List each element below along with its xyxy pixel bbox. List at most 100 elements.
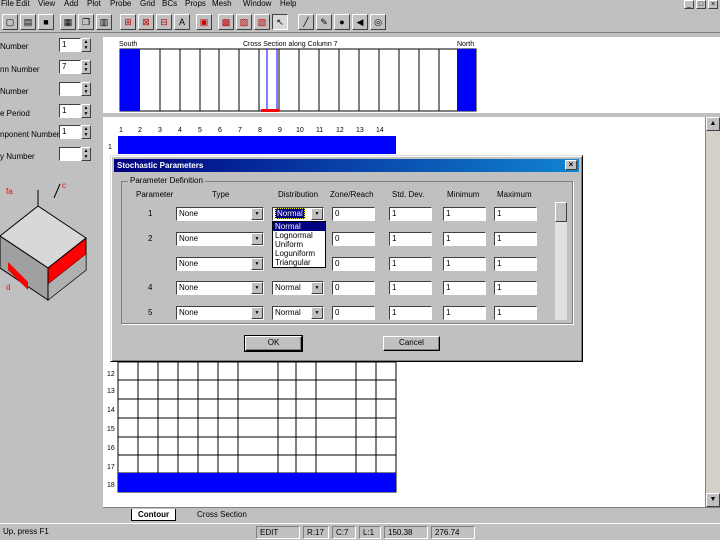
- maximum-field[interactable]: 1: [494, 306, 537, 320]
- cancel-button[interactable]: Cancel: [383, 336, 440, 351]
- type-select[interactable]: None ▼: [176, 257, 264, 271]
- menu-grid[interactable]: Grid: [140, 0, 155, 8]
- menu-mesh[interactable]: Mesh: [212, 0, 232, 8]
- props-icon-2[interactable]: ▩: [218, 14, 234, 30]
- layer-spinner[interactable]: ▲ ▼: [59, 82, 92, 96]
- menu-props[interactable]: Props: [185, 0, 206, 8]
- distribution-dropdown-list[interactable]: Normal Lognormal Uniform Loguniform Tria…: [272, 221, 326, 268]
- open-icon[interactable]: ▤: [20, 14, 36, 30]
- vertical-scrollbar[interactable]: ▲ ▼: [705, 117, 720, 507]
- maximum-field[interactable]: 1: [494, 232, 537, 246]
- component-spinner[interactable]: 1 ▲ ▼: [59, 125, 92, 139]
- maximum-field[interactable]: 1: [494, 207, 537, 221]
- pen-icon[interactable]: ✎: [316, 14, 332, 30]
- type-select[interactable]: None ▼: [176, 207, 264, 221]
- save-icon[interactable]: ■: [38, 14, 54, 30]
- column-spinner[interactable]: 7 ▲ ▼: [59, 60, 92, 74]
- type-select[interactable]: None ▼: [176, 281, 264, 295]
- spinner-arrows[interactable]: ▲ ▼: [81, 125, 91, 139]
- std-dev-field[interactable]: 1: [389, 306, 432, 320]
- close-button[interactable]: ×: [708, 0, 718, 9]
- dropdown-option[interactable]: Lognormal: [273, 231, 325, 240]
- scroll-thumb[interactable]: [555, 202, 567, 222]
- menu-file[interactable]: File: [1, 0, 14, 8]
- zone-field[interactable]: 0: [332, 281, 375, 295]
- props-icon-3[interactable]: ▨: [236, 14, 252, 30]
- minimum-field[interactable]: 1: [443, 306, 486, 320]
- dropdown-arrow-icon[interactable]: ▼: [251, 307, 263, 319]
- menu-add[interactable]: Add: [64, 0, 78, 8]
- menu-view[interactable]: View: [38, 0, 55, 8]
- line-icon[interactable]: ╱: [298, 14, 314, 30]
- type-select[interactable]: None ▼: [176, 232, 264, 246]
- dropdown-option[interactable]: Loguniform: [273, 249, 325, 258]
- menu-window[interactable]: Window: [243, 0, 271, 8]
- tab-contour[interactable]: Contour: [131, 509, 177, 521]
- circle-icon[interactable]: ●: [334, 14, 350, 30]
- zone-field[interactable]: 0: [332, 306, 375, 320]
- scroll-down-button[interactable]: ▼: [706, 493, 720, 507]
- grid-red-icon[interactable]: ⊞: [120, 14, 136, 30]
- spinner-arrows[interactable]: ▲ ▼: [81, 60, 91, 74]
- minimum-field[interactable]: 1: [443, 281, 486, 295]
- menu-help[interactable]: Help: [280, 0, 296, 8]
- pointer-icon[interactable]: ↖: [272, 14, 288, 30]
- distribution-select[interactable]: Normal ▼: [272, 306, 324, 320]
- spinner-arrows[interactable]: ▲ ▼: [81, 104, 91, 118]
- text-icon[interactable]: A: [174, 14, 190, 30]
- dropdown-arrow-icon[interactable]: ▼: [251, 282, 263, 294]
- std-dev-field[interactable]: 1: [389, 281, 432, 295]
- other-spinner[interactable]: ▲ ▼: [59, 147, 92, 161]
- dropdown-arrow-icon[interactable]: ▼: [251, 208, 263, 220]
- ok-button[interactable]: OK: [244, 335, 303, 352]
- spinner-arrows[interactable]: ▲ ▼: [81, 147, 91, 161]
- print-icon[interactable]: ▦: [60, 14, 76, 30]
- maximum-field[interactable]: 1: [494, 281, 537, 295]
- arrow-icon[interactable]: ◀: [352, 14, 368, 30]
- spinner-arrows[interactable]: ▲ ▼: [81, 82, 91, 96]
- menu-plot[interactable]: Plot: [87, 0, 101, 8]
- scroll-up-button[interactable]: ▲: [706, 117, 720, 131]
- dropdown-arrow-icon[interactable]: ▼: [311, 307, 323, 319]
- dropdown-arrow-icon[interactable]: ▼: [251, 233, 263, 245]
- minimum-field[interactable]: 1: [443, 257, 486, 271]
- zone-field[interactable]: 0: [332, 207, 375, 221]
- minimize-button[interactable]: _: [684, 0, 694, 9]
- grid-red-icon-3[interactable]: ⊟: [156, 14, 172, 30]
- distribution-select[interactable]: Normal ▼: [272, 281, 324, 295]
- std-dev-field[interactable]: 1: [389, 207, 432, 221]
- target-icon[interactable]: ◎: [370, 14, 386, 30]
- minimum-field[interactable]: 1: [443, 207, 486, 221]
- dropdown-arrow-icon[interactable]: ▼: [251, 258, 263, 270]
- maximum-field[interactable]: 1: [494, 257, 537, 271]
- menu-probe[interactable]: Probe: [110, 0, 131, 8]
- period-spinner[interactable]: 1 ▲ ▼: [59, 104, 92, 118]
- new-icon[interactable]: ▢: [2, 14, 18, 30]
- dropdown-option[interactable]: Triangular: [273, 258, 325, 267]
- spinner-arrows[interactable]: ▲ ▼: [81, 38, 91, 52]
- dropdown-option[interactable]: Normal: [273, 222, 325, 231]
- std-dev-field[interactable]: 1: [389, 232, 432, 246]
- copy-icon[interactable]: ❐: [78, 14, 94, 30]
- dialog-close-button[interactable]: ×: [565, 160, 577, 170]
- maximize-button[interactable]: □: [696, 0, 706, 9]
- paste-icon[interactable]: ▥: [96, 14, 112, 30]
- std-dev-field[interactable]: 1: [389, 257, 432, 271]
- cross-section-view[interactable]: South Cross Section along Column 7 North: [103, 37, 720, 113]
- zone-field[interactable]: 0: [332, 232, 375, 246]
- dropdown-option[interactable]: Uniform: [273, 240, 325, 249]
- props-icon[interactable]: ▣: [196, 14, 212, 30]
- dropdown-arrow-icon[interactable]: ▼: [311, 208, 323, 220]
- props-icon-4[interactable]: ▧: [254, 14, 270, 30]
- number-spinner[interactable]: 1 ▲ ▼: [59, 38, 92, 52]
- dialog-scrollbar[interactable]: [555, 202, 567, 320]
- menu-edit[interactable]: Edit: [16, 0, 30, 8]
- dropdown-arrow-icon[interactable]: ▼: [311, 282, 323, 294]
- zone-field[interactable]: 0: [332, 257, 375, 271]
- distribution-select[interactable]: Normal ▼: [272, 207, 324, 221]
- menu-bcs[interactable]: BCs: [162, 0, 177, 8]
- tab-cross-section[interactable]: Cross Section: [191, 509, 253, 521]
- minimum-field[interactable]: 1: [443, 232, 486, 246]
- type-select[interactable]: None ▼: [176, 306, 264, 320]
- grid-red-icon-2[interactable]: ⊠: [138, 14, 154, 30]
